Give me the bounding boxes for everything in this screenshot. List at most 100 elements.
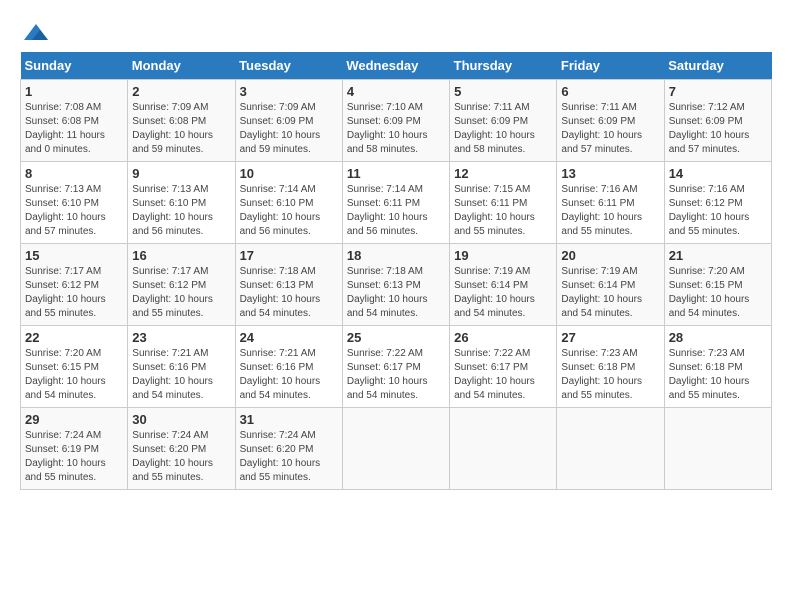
calendar-cell: 6Sunrise: 7:11 AMSunset: 6:09 PMDaylight… xyxy=(557,80,664,162)
weekday-header-saturday: Saturday xyxy=(664,52,771,80)
logo xyxy=(20,20,50,42)
day-info: Sunrise: 7:23 AMSunset: 6:18 PMDaylight:… xyxy=(561,347,659,403)
calendar-cell: 17 Sunrise: 7:18 AMSunset: 6:13 PMDayligh… xyxy=(235,244,342,326)
day-info: Sunrise: 7:24 AMSunset: 6:19 PMDaylight:… xyxy=(25,429,123,485)
weekday-header-monday: Monday xyxy=(128,52,235,80)
weekday-header-thursday: Thursday xyxy=(450,52,557,80)
calendar-cell: 3 Sunrise: 7:09 AMSunset: 6:09 PMDaylight… xyxy=(235,80,342,162)
page-header xyxy=(20,20,772,42)
calendar-cell: 19Sunrise: 7:19 AMSunset: 6:14 PMDayligh… xyxy=(450,244,557,326)
day-number: 16 xyxy=(132,248,230,263)
day-info: Sunrise: 7:13 AMSunset: 6:10 PMDaylight:… xyxy=(132,183,230,239)
day-info: Sunrise: 7:21 AMSunset: 6:16 PMDaylight:… xyxy=(240,347,338,403)
weekday-header-friday: Friday xyxy=(557,52,664,80)
weekday-header-tuesday: Tuesday xyxy=(235,52,342,80)
calendar-cell xyxy=(450,408,557,490)
day-info: Sunrise: 7:24 AMSunset: 6:20 PMDaylight:… xyxy=(132,429,230,485)
day-info: Sunrise: 7:14 AMSunset: 6:10 PMDaylight:… xyxy=(240,183,338,239)
day-info: Sunrise: 7:20 AMSunset: 6:15 PMDaylight:… xyxy=(25,347,123,403)
day-info: Sunrise: 7:19 AMSunset: 6:14 PMDaylight:… xyxy=(561,265,659,321)
calendar-week-3: 15 Sunrise: 7:17 AMSunset: 6:12 PMDayligh… xyxy=(21,244,772,326)
calendar-cell: 30 Sunrise: 7:24 AMSunset: 6:20 PMDayligh… xyxy=(128,408,235,490)
calendar-cell: 7Sunrise: 7:12 AMSunset: 6:09 PMDaylight… xyxy=(664,80,771,162)
calendar-cell: 28Sunrise: 7:23 AMSunset: 6:18 PMDayligh… xyxy=(664,326,771,408)
day-info: Sunrise: 7:08 AMSunset: 6:08 PMDaylight:… xyxy=(25,101,123,157)
day-number: 1 xyxy=(25,84,123,99)
calendar-cell: 29 Sunrise: 7:24 AMSunset: 6:19 PMDayligh… xyxy=(21,408,128,490)
calendar-cell: 15 Sunrise: 7:17 AMSunset: 6:12 PMDayligh… xyxy=(21,244,128,326)
day-info: Sunrise: 7:09 AMSunset: 6:09 PMDaylight:… xyxy=(240,101,338,157)
day-info: Sunrise: 7:24 AMSunset: 6:20 PMDaylight:… xyxy=(240,429,338,485)
calendar-week-1: 1 Sunrise: 7:08 AMSunset: 6:08 PMDaylight… xyxy=(21,80,772,162)
day-number: 24 xyxy=(240,330,338,345)
day-info: Sunrise: 7:15 AMSunset: 6:11 PMDaylight:… xyxy=(454,183,552,239)
day-info: Sunrise: 7:11 AMSunset: 6:09 PMDaylight:… xyxy=(561,101,659,157)
calendar-cell: 21 Sunrise: 7:20 AMSunset: 6:15 PMDayligh… xyxy=(664,244,771,326)
calendar-cell: 1 Sunrise: 7:08 AMSunset: 6:08 PMDaylight… xyxy=(21,80,128,162)
calendar-cell xyxy=(342,408,449,490)
calendar-cell: 9 Sunrise: 7:13 AMSunset: 6:10 PMDaylight… xyxy=(128,162,235,244)
day-info: Sunrise: 7:22 AMSunset: 6:17 PMDaylight:… xyxy=(347,347,445,403)
day-info: Sunrise: 7:22 AMSunset: 6:17 PMDaylight:… xyxy=(454,347,552,403)
day-number: 15 xyxy=(25,248,123,263)
calendar-table: SundayMondayTuesdayWednesdayThursdayFrid… xyxy=(20,52,772,490)
calendar-cell: 31 Sunrise: 7:24 AMSunset: 6:20 PMDayligh… xyxy=(235,408,342,490)
day-info: Sunrise: 7:17 AMSunset: 6:12 PMDaylight:… xyxy=(25,265,123,321)
day-number: 2 xyxy=(132,84,230,99)
day-number: 10 xyxy=(240,166,338,181)
calendar-cell: 24 Sunrise: 7:21 AMSunset: 6:16 PMDayligh… xyxy=(235,326,342,408)
day-number: 29 xyxy=(25,412,123,427)
day-info: Sunrise: 7:18 AMSunset: 6:13 PMDaylight:… xyxy=(347,265,445,321)
calendar-week-5: 29 Sunrise: 7:24 AMSunset: 6:19 PMDayligh… xyxy=(21,408,772,490)
day-number: 18 xyxy=(347,248,445,263)
day-info: Sunrise: 7:11 AMSunset: 6:09 PMDaylight:… xyxy=(454,101,552,157)
calendar-week-4: 22 Sunrise: 7:20 AMSunset: 6:15 PMDayligh… xyxy=(21,326,772,408)
calendar-cell: 16 Sunrise: 7:17 AMSunset: 6:12 PMDayligh… xyxy=(128,244,235,326)
logo-icon xyxy=(22,20,50,42)
calendar-cell: 13Sunrise: 7:16 AMSunset: 6:11 PMDayligh… xyxy=(557,162,664,244)
calendar-cell: 12Sunrise: 7:15 AMSunset: 6:11 PMDayligh… xyxy=(450,162,557,244)
calendar-cell: 27 Sunrise: 7:23 AMSunset: 6:18 PMDayligh… xyxy=(557,326,664,408)
calendar-cell: 4 Sunrise: 7:10 AMSunset: 6:09 PMDaylight… xyxy=(342,80,449,162)
day-number: 23 xyxy=(132,330,230,345)
calendar-cell: 11 Sunrise: 7:14 AMSunset: 6:11 PMDayligh… xyxy=(342,162,449,244)
day-number: 26 xyxy=(454,330,552,345)
day-number: 31 xyxy=(240,412,338,427)
day-info: Sunrise: 7:16 AMSunset: 6:11 PMDaylight:… xyxy=(561,183,659,239)
day-info: Sunrise: 7:10 AMSunset: 6:09 PMDaylight:… xyxy=(347,101,445,157)
day-info: Sunrise: 7:13 AMSunset: 6:10 PMDaylight:… xyxy=(25,183,123,239)
day-info: Sunrise: 7:12 AMSunset: 6:09 PMDaylight:… xyxy=(669,101,767,157)
calendar-cell xyxy=(557,408,664,490)
day-number: 30 xyxy=(132,412,230,427)
calendar-cell: 14 Sunrise: 7:16 AMSunset: 6:12 PMDayligh… xyxy=(664,162,771,244)
day-number: 21 xyxy=(669,248,767,263)
day-number: 14 xyxy=(669,166,767,181)
day-info: Sunrise: 7:16 AMSunset: 6:12 PMDaylight:… xyxy=(669,183,767,239)
day-info: Sunrise: 7:14 AMSunset: 6:11 PMDaylight:… xyxy=(347,183,445,239)
day-number: 11 xyxy=(347,166,445,181)
day-number: 8 xyxy=(25,166,123,181)
day-number: 17 xyxy=(240,248,338,263)
day-info: Sunrise: 7:17 AMSunset: 6:12 PMDaylight:… xyxy=(132,265,230,321)
calendar-cell: 2 Sunrise: 7:09 AMSunset: 6:08 PMDaylight… xyxy=(128,80,235,162)
day-info: Sunrise: 7:18 AMSunset: 6:13 PMDaylight:… xyxy=(240,265,338,321)
day-number: 9 xyxy=(132,166,230,181)
day-number: 25 xyxy=(347,330,445,345)
calendar-cell: 25 Sunrise: 7:22 AMSunset: 6:17 PMDayligh… xyxy=(342,326,449,408)
day-number: 20 xyxy=(561,248,659,263)
calendar-cell: 20 Sunrise: 7:19 AMSunset: 6:14 PMDayligh… xyxy=(557,244,664,326)
day-number: 5 xyxy=(454,84,552,99)
day-number: 27 xyxy=(561,330,659,345)
calendar-cell: 26 Sunrise: 7:22 AMSunset: 6:17 PMDayligh… xyxy=(450,326,557,408)
day-number: 22 xyxy=(25,330,123,345)
day-info: Sunrise: 7:20 AMSunset: 6:15 PMDaylight:… xyxy=(669,265,767,321)
day-info: Sunrise: 7:09 AMSunset: 6:08 PMDaylight:… xyxy=(132,101,230,157)
weekday-header-row: SundayMondayTuesdayWednesdayThursdayFrid… xyxy=(21,52,772,80)
day-number: 4 xyxy=(347,84,445,99)
day-number: 3 xyxy=(240,84,338,99)
weekday-header-sunday: Sunday xyxy=(21,52,128,80)
calendar-cell: 23Sunrise: 7:21 AMSunset: 6:16 PMDayligh… xyxy=(128,326,235,408)
calendar-cell xyxy=(664,408,771,490)
calendar-cell: 18 Sunrise: 7:18 AMSunset: 6:13 PMDayligh… xyxy=(342,244,449,326)
calendar-week-2: 8 Sunrise: 7:13 AMSunset: 6:10 PMDaylight… xyxy=(21,162,772,244)
